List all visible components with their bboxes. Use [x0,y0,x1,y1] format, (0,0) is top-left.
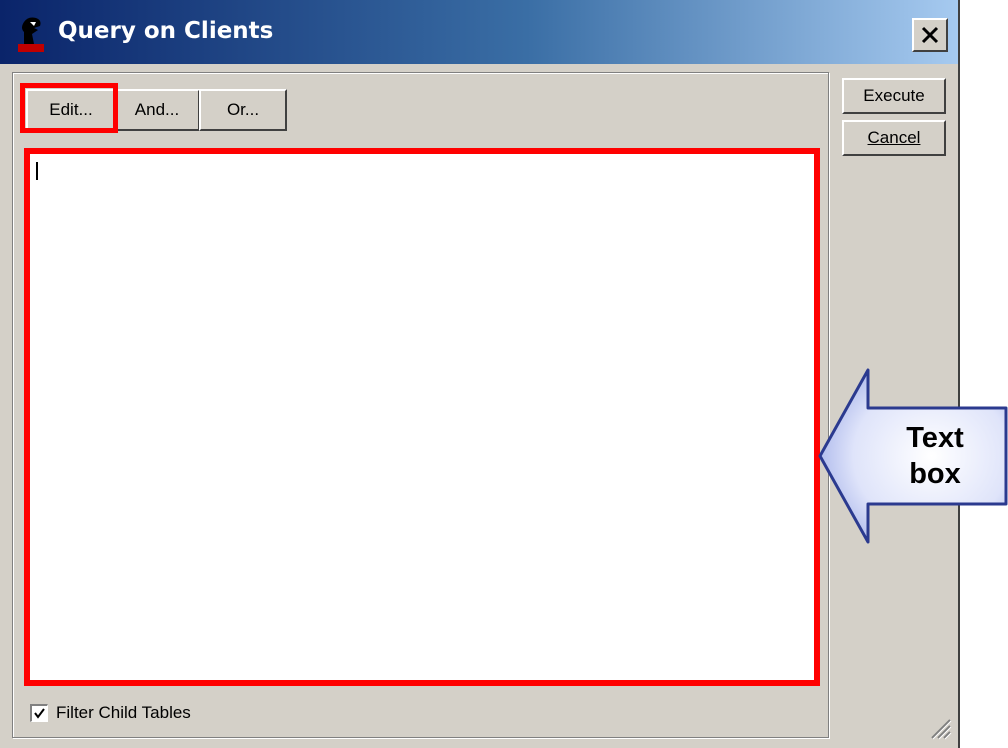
cancel-button[interactable]: Cancel [842,120,946,156]
edit-button-highlight [20,83,118,133]
execute-button[interactable]: Execute [842,78,946,114]
callout-line-2: box [909,458,961,490]
close-icon [921,26,939,44]
filter-child-tables-checkbox[interactable] [30,704,48,722]
resize-grip-icon[interactable] [928,716,952,740]
cancel-button-label: Cancel [867,128,921,147]
checkmark-icon [34,708,45,719]
text-caret [36,162,38,180]
and-button[interactable]: And... [114,89,200,131]
callout-label: Text box [876,420,994,492]
app-icon [18,17,44,52]
filter-child-tables[interactable]: Filter Child Tables [30,700,191,726]
or-button[interactable]: Or... [199,89,287,131]
filter-child-tables-label: Filter Child Tables [56,703,191,722]
window-title: Query on Clients [58,18,274,44]
close-button[interactable] [912,18,948,52]
title-bar[interactable]: Query on Clients [0,0,958,64]
query-text-box[interactable] [24,148,820,686]
callout-line-1: Text [906,422,964,454]
